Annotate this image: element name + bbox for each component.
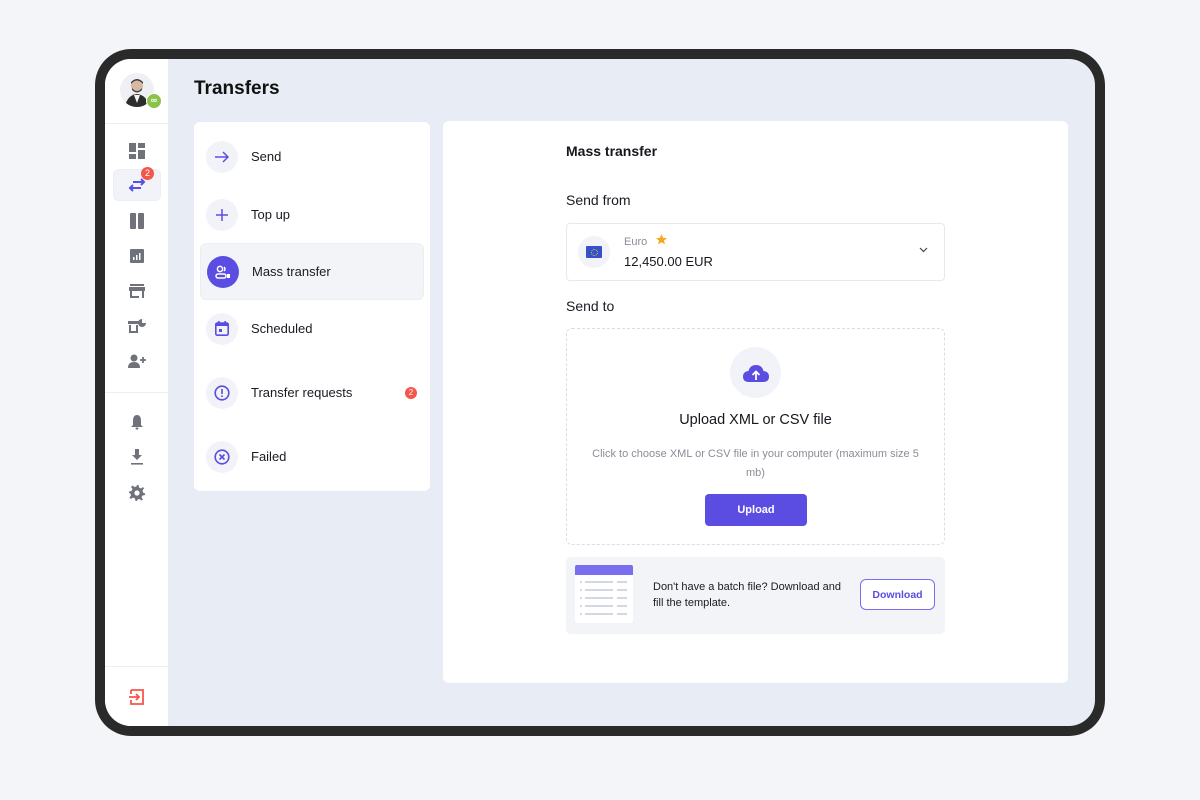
eu-flag-icon: [586, 246, 602, 258]
calendar-icon: [215, 321, 229, 336]
logout-icon: [129, 689, 144, 705]
chevron-down-icon: [919, 247, 928, 253]
currency-flag-wrap: [578, 236, 610, 268]
exclamation-icon: [214, 384, 230, 401]
menu-icon-wrap: [207, 255, 239, 288]
sidebar-divider: [105, 123, 168, 124]
template-description: Don't have a batch file? Download and fi…: [653, 581, 842, 609]
logout-button[interactable]: [113, 681, 161, 713]
star-icon: [656, 234, 667, 245]
transfers-badge: 2: [141, 167, 154, 180]
sidebar: ∞ 2: [105, 59, 169, 726]
bell-icon: [131, 415, 143, 430]
sidebar-item-settings[interactable]: [113, 477, 161, 509]
avatar-status-badge: ∞: [146, 93, 162, 109]
plus-icon: [216, 208, 228, 221]
file-dropzone[interactable]: Upload XML or CSV file Click to choose X…: [566, 328, 945, 545]
menu-item-scheduled[interactable]: Scheduled: [200, 300, 424, 357]
menu-label: Top up: [251, 207, 291, 222]
menu-label: Failed: [251, 449, 287, 464]
template-document-icon: [575, 565, 633, 623]
sidebar-item-transfers[interactable]: 2: [113, 167, 161, 201]
tablet-frame: ∞ 2 Transfers Send Top up Mass transfer …: [95, 49, 1105, 736]
dashboard-icon: [129, 143, 145, 159]
analytics-icon: [130, 249, 144, 263]
transfers-menu: Send Top up Mass transfer Scheduled Tran…: [194, 122, 430, 491]
sidebar-item-downloads[interactable]: [113, 441, 161, 473]
menu-item-mass-transfer[interactable]: Mass transfer: [200, 243, 424, 300]
menu-label: Scheduled: [251, 321, 313, 336]
mass-transfer-icon: [215, 265, 230, 279]
upload-description: Click to choose XML or CSV file in your …: [592, 448, 919, 479]
menu-item-top-up[interactable]: Top up: [200, 186, 424, 243]
send-from-label: Send from: [566, 192, 631, 208]
sidebar-item-add-user[interactable]: [113, 345, 161, 377]
menu-item-failed[interactable]: Failed: [200, 428, 424, 485]
send-from-select[interactable]: Euro 12,450.00 EUR: [566, 223, 945, 281]
mass-transfer-panel: Mass transfer Send from Euro 12,450.00 E…: [443, 121, 1068, 683]
menu-label: Transfer requests: [251, 385, 353, 400]
sidebar-divider: [105, 392, 168, 393]
transfer-requests-badge: 2: [405, 386, 417, 399]
sidebar-divider: [105, 666, 168, 667]
upload-button[interactable]: Upload: [705, 494, 807, 526]
section-title: Mass transfer: [566, 143, 658, 159]
menu-icon-wrap: [206, 376, 238, 409]
menu-icon-wrap: [206, 198, 238, 231]
sidebar-item-cards[interactable]: [113, 205, 161, 237]
statistics-icon: [128, 319, 146, 333]
menu-icon-wrap: [206, 140, 238, 173]
cards-icon: [130, 213, 144, 229]
menu-icon-wrap: [206, 312, 238, 345]
cloud-upload-icon: [742, 364, 769, 382]
sidebar-item-dashboard[interactable]: [113, 135, 161, 167]
menu-item-send[interactable]: Send: [200, 128, 424, 185]
gear-icon: [129, 485, 145, 501]
sidebar-item-statistics[interactable]: [113, 310, 161, 342]
download-icon: [131, 449, 143, 465]
upload-icon-wrap: [730, 347, 781, 398]
store-icon: [129, 284, 145, 298]
user-avatar[interactable]: ∞: [120, 73, 162, 109]
menu-label: Send: [251, 149, 282, 164]
page-title: Transfers: [194, 78, 280, 99]
transfers-icon: [128, 178, 146, 192]
sidebar-item-notifications[interactable]: [113, 406, 161, 438]
sidebar-item-store[interactable]: [113, 275, 161, 307]
send-to-label: Send to: [566, 298, 615, 314]
menu-icon-wrap: [206, 440, 238, 473]
add-user-icon: [128, 354, 146, 368]
menu-label: Mass transfer: [252, 264, 331, 279]
download-template-button[interactable]: Download: [860, 579, 935, 610]
app-screen: ∞ 2 Transfers Send Top up Mass transfer …: [105, 59, 1095, 726]
arrow-right-icon: [215, 150, 229, 163]
x-circle-icon: [214, 448, 230, 465]
currency-amount: 12,450.00 EUR: [624, 254, 713, 269]
menu-item-transfer-requests[interactable]: Transfer requests 2: [200, 364, 424, 421]
sidebar-item-analytics[interactable]: [113, 240, 161, 272]
template-download-box: Don't have a batch file? Download and fi…: [566, 557, 945, 634]
currency-name: Euro: [624, 236, 648, 248]
upload-title: Upload XML or CSV file: [679, 412, 832, 428]
